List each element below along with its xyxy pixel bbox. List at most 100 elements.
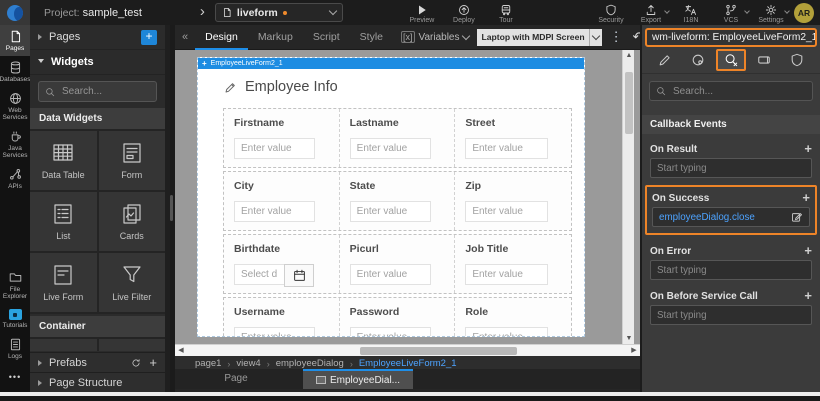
rail-item-tutorials[interactable]: Tutorials xyxy=(0,304,30,333)
tab-design[interactable]: Design xyxy=(195,25,248,50)
role-input[interactable] xyxy=(465,327,547,337)
device-selector-chevron[interactable] xyxy=(589,29,602,46)
username-input[interactable] xyxy=(234,327,315,337)
on-success-input[interactable]: employeeDialog.close xyxy=(652,207,810,227)
tab-properties[interactable] xyxy=(650,49,680,71)
vcs-button[interactable]: VCS xyxy=(714,2,748,24)
widget-grid-layout[interactable] xyxy=(30,339,97,351)
picurl-input[interactable] xyxy=(350,264,431,285)
canvas-horizontal-scrollbar[interactable]: ◀ ▶ xyxy=(175,344,640,356)
password-input[interactable] xyxy=(350,327,431,337)
rail-item-databases[interactable]: Databases xyxy=(0,56,30,87)
lastname-input[interactable] xyxy=(350,138,431,159)
page-structure-section-header[interactable]: Page Structure xyxy=(30,372,165,392)
form-field-username[interactable]: Username xyxy=(224,298,340,337)
widget-data-table[interactable]: Data Table xyxy=(30,131,97,190)
form-field-birthdate[interactable]: Birthdate xyxy=(224,235,340,293)
tab-script[interactable]: Script xyxy=(303,25,350,50)
form-field-password[interactable]: Password xyxy=(340,298,456,337)
live-form[interactable]: Firstname Lastname Street xyxy=(223,108,572,337)
widget-live-filter[interactable]: Live Filter xyxy=(99,253,166,312)
firstname-input[interactable] xyxy=(234,138,315,159)
widget-cards[interactable]: Cards xyxy=(99,192,166,251)
widget-form[interactable]: Form xyxy=(99,131,166,190)
design-canvas[interactable]: + EmployeeLiveForm2_1 Employee Info Firs… xyxy=(175,50,640,381)
breadcrumb-current[interactable]: EmployeeLiveForm2_1 xyxy=(359,358,457,369)
rail-item-file-explorer[interactable]: File Explorer xyxy=(0,266,30,304)
vertical-scroll-thumb[interactable] xyxy=(625,72,633,134)
more-options-button[interactable]: ⋮ xyxy=(610,29,623,45)
add-on-before-service-call-button[interactable]: + xyxy=(804,290,812,302)
deploy-button[interactable]: Deploy xyxy=(447,2,481,24)
form-field-picurl[interactable]: Picurl xyxy=(340,235,456,293)
widget-list[interactable]: List xyxy=(30,192,97,251)
add-prefab-button[interactable]: + xyxy=(149,358,157,368)
export-button[interactable]: Export xyxy=(634,2,668,24)
breadcrumb-view4[interactable]: view4 xyxy=(236,358,260,369)
tab-events[interactable] xyxy=(716,49,746,71)
tour-button[interactable]: Tour xyxy=(489,2,523,24)
on-result-input[interactable] xyxy=(650,158,812,178)
page-selector-dropdown[interactable]: liveform xyxy=(215,3,343,22)
add-on-result-button[interactable]: + xyxy=(804,143,812,155)
edit-script-button[interactable] xyxy=(791,211,803,223)
rail-item-logs[interactable]: Logs xyxy=(0,333,30,364)
pages-section-header[interactable]: Pages + xyxy=(30,25,165,50)
rail-more-button[interactable]: ••• xyxy=(0,364,30,392)
city-input[interactable] xyxy=(234,201,315,222)
tab-styles[interactable] xyxy=(683,49,713,71)
jobtitle-input[interactable] xyxy=(465,264,547,285)
add-page-button[interactable]: + xyxy=(141,30,157,45)
birthdate-input[interactable] xyxy=(234,264,284,285)
form-field-city[interactable]: City xyxy=(224,172,340,230)
rail-item-java-services[interactable]: Java Services xyxy=(0,125,30,163)
widgets-section-header[interactable]: Widgets xyxy=(30,50,165,75)
rail-item-apis[interactable]: APIs xyxy=(0,163,30,194)
canvas-vertical-scrollbar[interactable]: ▲ ▼ xyxy=(622,50,634,344)
widget-selection-bar[interactable]: + EmployeeLiveForm2_1 xyxy=(198,58,584,69)
prefabs-section-header[interactable]: Prefabs + xyxy=(30,352,165,372)
scroll-up-arrow[interactable]: ▲ xyxy=(623,50,635,61)
on-before-service-call-input[interactable] xyxy=(650,305,812,325)
settings-button[interactable]: Settings xyxy=(754,2,788,24)
tab-page[interactable]: Page xyxy=(197,369,275,389)
rail-item-pages[interactable]: Pages xyxy=(0,25,30,56)
street-input[interactable] xyxy=(465,138,547,159)
add-on-error-button[interactable]: + xyxy=(804,245,812,257)
scroll-down-arrow[interactable]: ▼ xyxy=(623,333,635,344)
state-input[interactable] xyxy=(350,201,431,222)
widget-layout[interactable] xyxy=(99,339,166,351)
tab-style[interactable]: Style xyxy=(350,25,393,50)
widget-search[interactable] xyxy=(38,81,157,102)
widget-search-input[interactable] xyxy=(60,85,150,98)
i18n-button[interactable]: I18N xyxy=(674,2,708,24)
zip-input[interactable] xyxy=(465,201,547,222)
preview-button[interactable]: Preview xyxy=(405,2,439,24)
add-on-success-button[interactable]: + xyxy=(802,192,810,204)
on-error-input[interactable] xyxy=(650,260,812,280)
properties-search[interactable] xyxy=(649,81,813,101)
form-field-street[interactable]: Street xyxy=(455,109,571,167)
form-field-role[interactable]: Role xyxy=(455,298,571,337)
panel-resize-handle[interactable] xyxy=(170,195,173,221)
rail-item-web-services[interactable]: Web Services xyxy=(0,87,30,125)
user-avatar[interactable]: AR xyxy=(794,3,814,23)
variables-button[interactable]: [x] Variables xyxy=(401,31,469,43)
refresh-icon[interactable] xyxy=(131,358,141,368)
form-field-lastname[interactable]: Lastname xyxy=(340,109,456,167)
breadcrumb-employee-dialog[interactable]: employeeDialog xyxy=(276,358,344,369)
properties-search-input[interactable] xyxy=(671,85,806,98)
horizontal-scroll-thumb[interactable] xyxy=(360,347,517,355)
collapse-left-panel-button[interactable]: « xyxy=(175,31,195,43)
calendar-button[interactable] xyxy=(284,264,314,287)
app-logo[interactable] xyxy=(0,0,30,25)
on-success-value[interactable]: employeeDialog.close xyxy=(659,212,791,223)
form-field-zip[interactable]: Zip xyxy=(455,172,571,230)
security-button[interactable]: Security xyxy=(594,2,628,24)
device-selector[interactable]: Laptop with MDPI Screen xyxy=(477,29,601,46)
form-field-state[interactable]: State xyxy=(340,172,456,230)
form-field-firstname[interactable]: Firstname xyxy=(224,109,340,167)
canvas-page[interactable]: + EmployeeLiveForm2_1 Employee Info Firs… xyxy=(197,57,585,337)
form-title[interactable]: Employee Info xyxy=(224,79,584,95)
widget-live-form[interactable]: Live Form xyxy=(30,253,97,312)
